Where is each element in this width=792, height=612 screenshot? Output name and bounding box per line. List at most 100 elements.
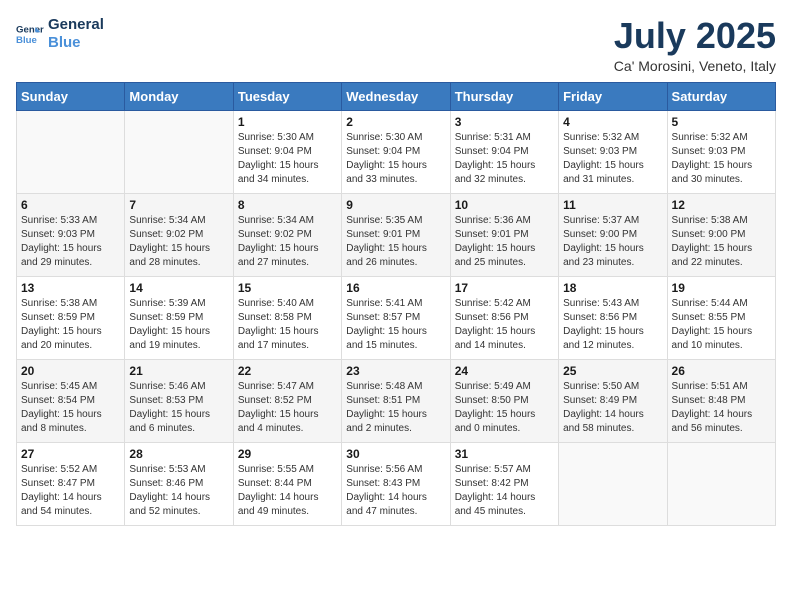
calendar-day-cell: 16Sunrise: 5:41 AMSunset: 8:57 PMDayligh… bbox=[342, 276, 450, 359]
day-number: 4 bbox=[563, 115, 662, 129]
calendar-day-cell: 4 Sunrise: 5:32 AMSunset: 9:03 PMDaylight… bbox=[559, 110, 667, 193]
day-detail: Sunrise: 5:30 AMSunset: 9:04 PMDaylight:… bbox=[346, 131, 445, 187]
day-number: 7 bbox=[129, 198, 228, 212]
day-number: 20 bbox=[21, 364, 120, 378]
day-detail: Sunrise: 5:40 AMSunset: 8:58 PMDaylight:… bbox=[238, 297, 337, 353]
calendar-day-cell: 9Sunrise: 5:35 AMSunset: 9:01 PMDaylight… bbox=[342, 193, 450, 276]
day-number: 11 bbox=[563, 198, 662, 212]
calendar-day-cell: 20 Sunrise: 5:45 AMSunset: 8:54 PMDayligh… bbox=[17, 359, 125, 442]
day-number: 24 bbox=[455, 364, 554, 378]
day-number: 16 bbox=[346, 281, 445, 295]
calendar-day-cell: 27Sunrise: 5:52 AMSunset: 8:47 PMDayligh… bbox=[17, 442, 125, 525]
day-detail: Sunrise: 5:47 AMSunset: 8:52 PMDaylight:… bbox=[238, 380, 337, 436]
calendar-week-row: 6 Sunrise: 5:33 AMSunset: 9:03 PMDaylight… bbox=[17, 193, 776, 276]
day-detail: Sunrise: 5:43 AMSunset: 8:56 PMDaylight:… bbox=[563, 297, 662, 353]
month-title: July 2025 bbox=[614, 16, 776, 56]
day-detail: Sunrise: 5:55 AMSunset: 8:44 PMDaylight:… bbox=[238, 463, 337, 519]
calendar-day-cell: 3 Sunrise: 5:31 AMSunset: 9:04 PMDaylight… bbox=[450, 110, 558, 193]
day-detail: Sunrise: 5:48 AMSunset: 8:51 PMDaylight:… bbox=[346, 380, 445, 436]
svg-text:Blue: Blue bbox=[16, 35, 37, 46]
calendar-day-cell: 22 Sunrise: 5:47 AMSunset: 8:52 PMDayligh… bbox=[233, 359, 341, 442]
day-detail: Sunrise: 5:50 AMSunset: 8:49 PMDaylight:… bbox=[563, 380, 662, 436]
day-detail: Sunrise: 5:30 AMSunset: 9:04 PMDaylight:… bbox=[238, 131, 337, 187]
weekday-header: Monday bbox=[125, 82, 233, 110]
day-detail: Sunrise: 5:53 AMSunset: 8:46 PMDaylight:… bbox=[129, 463, 228, 519]
calendar-day-cell: 24 Sunrise: 5:49 AMSunset: 8:50 PMDayligh… bbox=[450, 359, 558, 442]
calendar-day-cell: 15Sunrise: 5:40 AMSunset: 8:58 PMDayligh… bbox=[233, 276, 341, 359]
day-number: 2 bbox=[346, 115, 445, 129]
weekday-header: Saturday bbox=[667, 82, 775, 110]
day-number: 10 bbox=[455, 198, 554, 212]
calendar-day-cell: 13 Sunrise: 5:38 AMSunset: 8:59 PMDayligh… bbox=[17, 276, 125, 359]
calendar-day-cell: 23 Sunrise: 5:48 AMSunset: 8:51 PMDayligh… bbox=[342, 359, 450, 442]
day-detail: Sunrise: 5:38 AMSunset: 9:00 PMDaylight:… bbox=[672, 214, 771, 270]
weekday-header: Friday bbox=[559, 82, 667, 110]
weekday-header: Thursday bbox=[450, 82, 558, 110]
day-detail: Sunrise: 5:44 AMSunset: 8:55 PMDaylight:… bbox=[672, 297, 771, 353]
day-number: 14 bbox=[129, 281, 228, 295]
calendar-day-cell: 12 Sunrise: 5:38 AMSunset: 9:00 PMDayligh… bbox=[667, 193, 775, 276]
day-detail: Sunrise: 5:33 AMSunset: 9:03 PMDaylight:… bbox=[21, 214, 120, 270]
logo-text: General Blue bbox=[48, 16, 104, 52]
day-number: 3 bbox=[455, 115, 554, 129]
day-detail: Sunrise: 5:49 AMSunset: 8:50 PMDaylight:… bbox=[455, 380, 554, 436]
day-detail: Sunrise: 5:46 AMSunset: 8:53 PMDaylight:… bbox=[129, 380, 228, 436]
day-detail: Sunrise: 5:34 AMSunset: 9:02 PMDaylight:… bbox=[238, 214, 337, 270]
header-row: General Blue General Blue July 2025 Ca' … bbox=[16, 16, 776, 74]
day-number: 26 bbox=[672, 364, 771, 378]
day-number: 17 bbox=[455, 281, 554, 295]
day-detail: Sunrise: 5:38 AMSunset: 8:59 PMDaylight:… bbox=[21, 297, 120, 353]
svg-text:General: General bbox=[16, 24, 44, 35]
day-detail: Sunrise: 5:42 AMSunset: 8:56 PMDaylight:… bbox=[455, 297, 554, 353]
day-detail: Sunrise: 5:32 AMSunset: 9:03 PMDaylight:… bbox=[563, 131, 662, 187]
day-number: 12 bbox=[672, 198, 771, 212]
calendar-header: SundayMondayTuesdayWednesdayThursdayFrid… bbox=[17, 82, 776, 110]
calendar-day-cell bbox=[17, 110, 125, 193]
calendar-week-row: 20 Sunrise: 5:45 AMSunset: 8:54 PMDayligh… bbox=[17, 359, 776, 442]
calendar-day-cell: 5 Sunrise: 5:32 AMSunset: 9:03 PMDaylight… bbox=[667, 110, 775, 193]
day-detail: Sunrise: 5:51 AMSunset: 8:48 PMDaylight:… bbox=[672, 380, 771, 436]
day-number: 6 bbox=[21, 198, 120, 212]
day-detail: Sunrise: 5:37 AMSunset: 9:00 PMDaylight:… bbox=[563, 214, 662, 270]
day-detail: Sunrise: 5:35 AMSunset: 9:01 PMDaylight:… bbox=[346, 214, 445, 270]
day-number: 29 bbox=[238, 447, 337, 461]
calendar-day-cell bbox=[667, 442, 775, 525]
calendar-day-cell: 1 Sunrise: 5:30 AMSunset: 9:04 PMDaylight… bbox=[233, 110, 341, 193]
calendar-day-cell: 28Sunrise: 5:53 AMSunset: 8:46 PMDayligh… bbox=[125, 442, 233, 525]
day-number: 8 bbox=[238, 198, 337, 212]
day-number: 30 bbox=[346, 447, 445, 461]
day-number: 1 bbox=[238, 115, 337, 129]
calendar-day-cell: 2 Sunrise: 5:30 AMSunset: 9:04 PMDaylight… bbox=[342, 110, 450, 193]
calendar-container: General Blue General Blue July 2025 Ca' … bbox=[0, 0, 792, 542]
calendar-table: SundayMondayTuesdayWednesdayThursdayFrid… bbox=[16, 82, 776, 526]
logo-icon: General Blue bbox=[16, 20, 44, 48]
day-number: 23 bbox=[346, 364, 445, 378]
calendar-day-cell: 11 Sunrise: 5:37 AMSunset: 9:00 PMDayligh… bbox=[559, 193, 667, 276]
day-number: 25 bbox=[563, 364, 662, 378]
logo: General Blue General Blue bbox=[16, 16, 104, 52]
day-detail: Sunrise: 5:56 AMSunset: 8:43 PMDaylight:… bbox=[346, 463, 445, 519]
weekday-header: Tuesday bbox=[233, 82, 341, 110]
day-number: 21 bbox=[129, 364, 228, 378]
day-detail: Sunrise: 5:45 AMSunset: 8:54 PMDaylight:… bbox=[21, 380, 120, 436]
calendar-day-cell: 21 Sunrise: 5:46 AMSunset: 8:53 PMDayligh… bbox=[125, 359, 233, 442]
day-number: 5 bbox=[672, 115, 771, 129]
calendar-day-cell: 6 Sunrise: 5:33 AMSunset: 9:03 PMDaylight… bbox=[17, 193, 125, 276]
calendar-day-cell: 29 Sunrise: 5:55 AMSunset: 8:44 PMDayligh… bbox=[233, 442, 341, 525]
weekday-header-row: SundayMondayTuesdayWednesdayThursdayFrid… bbox=[17, 82, 776, 110]
calendar-day-cell: 7 Sunrise: 5:34 AMSunset: 9:02 PMDaylight… bbox=[125, 193, 233, 276]
weekday-header: Sunday bbox=[17, 82, 125, 110]
day-detail: Sunrise: 5:34 AMSunset: 9:02 PMDaylight:… bbox=[129, 214, 228, 270]
day-detail: Sunrise: 5:32 AMSunset: 9:03 PMDaylight:… bbox=[672, 131, 771, 187]
day-number: 13 bbox=[21, 281, 120, 295]
day-detail: Sunrise: 5:39 AMSunset: 8:59 PMDaylight:… bbox=[129, 297, 228, 353]
calendar-day-cell: 10 Sunrise: 5:36 AMSunset: 9:01 PMDayligh… bbox=[450, 193, 558, 276]
calendar-day-cell: 14 Sunrise: 5:39 AMSunset: 8:59 PMDayligh… bbox=[125, 276, 233, 359]
calendar-day-cell: 17 Sunrise: 5:42 AMSunset: 8:56 PMDayligh… bbox=[450, 276, 558, 359]
day-number: 22 bbox=[238, 364, 337, 378]
day-detail: Sunrise: 5:36 AMSunset: 9:01 PMDaylight:… bbox=[455, 214, 554, 270]
calendar-day-cell: 25 Sunrise: 5:50 AMSunset: 8:49 PMDayligh… bbox=[559, 359, 667, 442]
calendar-day-cell: 18Sunrise: 5:43 AMSunset: 8:56 PMDayligh… bbox=[559, 276, 667, 359]
calendar-day-cell: 30 Sunrise: 5:56 AMSunset: 8:43 PMDayligh… bbox=[342, 442, 450, 525]
day-detail: Sunrise: 5:31 AMSunset: 9:04 PMDaylight:… bbox=[455, 131, 554, 187]
